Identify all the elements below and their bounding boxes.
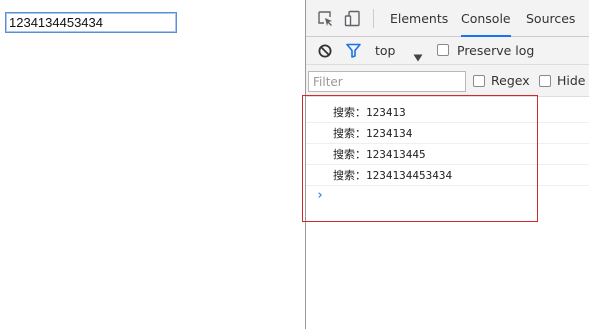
devtools-tab-bar: Elements Console Sources <box>306 0 589 37</box>
console-prompt-icon[interactable]: › <box>316 188 324 203</box>
regex-checkbox[interactable] <box>473 75 485 87</box>
console-log-row: 搜索：123413445 <box>306 144 589 165</box>
inspect-element-icon[interactable] <box>317 10 334 27</box>
hide-label: Hide <box>557 73 586 88</box>
preserve-log-checkbox[interactable] <box>437 44 449 56</box>
console-log-row: 搜索：123413 <box>306 102 589 123</box>
tab-elements[interactable]: Elements <box>390 0 448 36</box>
search-input[interactable] <box>5 12 177 33</box>
regex-label: Regex <box>491 73 530 88</box>
execution-context-select[interactable]: top <box>375 37 395 64</box>
devtools-panel: Elements Console Sources top Preserve lo… <box>306 0 589 329</box>
console-toolbar: top Preserve log <box>306 37 589 65</box>
console-log-text: 搜索：123413 <box>333 106 406 119</box>
clear-console-icon[interactable] <box>318 43 332 58</box>
hide-network-checkbox[interactable] <box>539 75 551 87</box>
tab-sources[interactable]: Sources <box>526 0 575 36</box>
console-log-text: 搜索：123413445 <box>333 148 426 161</box>
web-page-viewport <box>0 0 305 329</box>
screenshot-root: Elements Console Sources top Preserve <box>0 0 589 329</box>
console-log-row: 搜索：1234134453434 <box>306 165 589 186</box>
dropdown-arrow-icon[interactable] <box>413 47 423 62</box>
console-log-text: 搜索：1234134453434 <box>333 169 453 182</box>
toolbar-separator <box>373 9 374 28</box>
console-output: 搜索：123413 搜索：1234134 搜索：123413445 搜索：123… <box>306 97 589 329</box>
console-log-row: 搜索：1234134 <box>306 123 589 144</box>
console-filter-bar: Regex Hide <box>306 65 589 97</box>
filter-funnel-icon[interactable] <box>346 43 361 58</box>
console-log-text: 搜索：1234134 <box>333 127 413 140</box>
preserve-log-label: Preserve log <box>457 43 535 58</box>
tab-console[interactable]: Console <box>461 0 511 37</box>
device-toggle-icon[interactable] <box>344 10 361 27</box>
console-filter-input[interactable] <box>308 71 466 92</box>
